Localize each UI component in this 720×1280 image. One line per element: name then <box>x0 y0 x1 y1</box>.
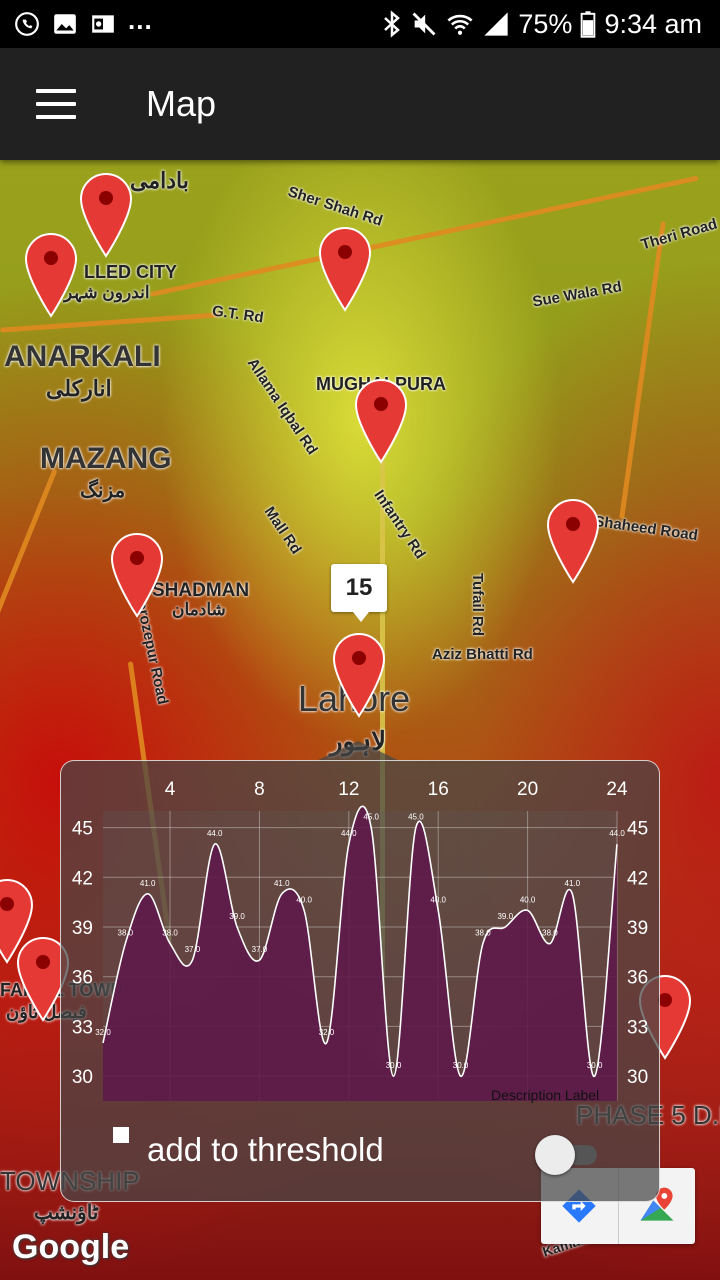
page-title: Map <box>146 83 217 124</box>
x-tick-label: 4 <box>165 779 176 800</box>
x-tick-label: 16 <box>428 779 449 800</box>
wifi-icon <box>447 14 473 35</box>
map-label: LLED CITY <box>84 262 177 282</box>
data-label: 32.0 <box>95 1028 111 1037</box>
map-label: SHADMAN <box>152 580 250 601</box>
map-label: بادامی <box>130 168 189 193</box>
x-tick-label: 20 <box>517 779 538 800</box>
whatsapp-icon <box>15 12 39 36</box>
data-label: 40.0 <box>430 895 446 904</box>
signal-icon <box>484 12 509 36</box>
data-label: 44.0 <box>207 829 223 838</box>
y-tick-label-right: 42 <box>627 868 648 889</box>
map-label: انارکلی <box>46 376 112 401</box>
data-label: 38.0 <box>475 929 491 938</box>
threshold-checkbox[interactable] <box>113 1127 129 1143</box>
y-tick-label-left: 45 <box>72 819 93 840</box>
data-label: 38.0 <box>542 929 558 938</box>
y-tick-label-right: 33 <box>627 1017 648 1038</box>
road-label: Shaheed Road <box>593 512 699 545</box>
data-label: 41.0 <box>140 879 156 888</box>
y-tick-label-left: 39 <box>72 918 93 939</box>
chart-description: Description Label <box>491 1087 600 1103</box>
y-tick-label-left: 42 <box>72 868 93 889</box>
clock: 9:34 am <box>604 8 702 39</box>
battery-icon <box>581 11 596 38</box>
map-label: مزنگ <box>80 480 126 502</box>
road-label: Sher Shah Rd <box>285 183 385 230</box>
data-label: 39.0 <box>497 912 513 921</box>
data-label: 32.0 <box>319 1028 335 1037</box>
data-label: 41.0 <box>565 879 581 888</box>
y-tick-label-left: 36 <box>72 968 93 989</box>
battery-percent: 75% <box>518 8 573 39</box>
map-marker[interactable] <box>24 232 78 318</box>
y-tick-label-right: 36 <box>627 968 648 989</box>
bluetooth-icon <box>384 10 401 38</box>
data-label: 30.0 <box>386 1061 402 1070</box>
x-tick-label: 24 <box>606 779 628 800</box>
road-label: G.T. Rd <box>211 302 265 327</box>
data-label: 41.0 <box>274 879 290 888</box>
map-marker[interactable] <box>79 172 133 258</box>
road-label: Aziz Bhatti Rd <box>432 646 533 663</box>
more-notifications: ... <box>128 4 153 35</box>
y-tick-label-right: 30 <box>627 1067 648 1088</box>
map-label: MAZANG <box>40 442 172 475</box>
data-label: 39.0 <box>229 912 245 921</box>
threshold-toggle[interactable] <box>535 1133 601 1175</box>
area-chart: 30 30 33 33 36 36 39 39 42 42 45 45 4 8 12 16 20 24 32.0 38… <box>72 779 648 1101</box>
x-tick-label: 8 <box>254 779 265 800</box>
map-marker[interactable] <box>110 532 164 618</box>
data-label: 38.0 <box>162 929 178 938</box>
marker-callout: 15 <box>331 564 387 622</box>
data-label: 38.0 <box>118 929 134 938</box>
status-bar: ... 75% 9:34 am <box>0 0 720 48</box>
data-label: 44.0 <box>341 829 357 838</box>
road <box>0 468 58 712</box>
app-bar: Map <box>0 48 720 160</box>
threshold-label: add to threshold <box>147 1131 384 1168</box>
y-tick-label-right: 45 <box>627 819 648 840</box>
y-tick-label-right: 39 <box>627 918 648 939</box>
road-label: Allama Iqbal Rd <box>243 355 321 458</box>
x-tick-label: 12 <box>338 779 359 800</box>
road-label: Mall Rd <box>260 503 305 558</box>
data-label: 45.0 <box>408 813 424 822</box>
map-marker-selected[interactable] <box>332 632 386 718</box>
road-label: Tufail Rd <box>469 572 487 637</box>
mute-icon <box>412 12 436 36</box>
outlook-icon <box>92 15 114 33</box>
map-marker[interactable] <box>546 498 600 584</box>
data-label: 30.0 <box>453 1061 469 1070</box>
data-label: 37.0 <box>252 945 268 954</box>
menu-icon[interactable] <box>36 89 76 119</box>
gallery-icon <box>54 14 76 34</box>
road <box>619 221 666 519</box>
y-tick-label-left: 33 <box>72 1017 93 1038</box>
map-label: ANARKALI <box>4 340 161 373</box>
map-marker[interactable] <box>354 378 408 464</box>
data-label: 30.0 <box>587 1061 603 1070</box>
map-marker[interactable] <box>318 226 372 312</box>
road-label: Theri Road <box>639 215 720 254</box>
data-label: 37.0 <box>185 945 201 954</box>
data-label: 44.0 <box>609 829 625 838</box>
info-window: 30 30 33 33 36 36 39 39 42 42 45 45 4 8 12 16 20 24 32.0 38… <box>60 760 660 1202</box>
panel-pointer <box>316 741 400 761</box>
data-label: 40.0 <box>520 895 536 904</box>
data-label: 45.0 <box>363 813 379 822</box>
road-label: Sue Wala Rd <box>531 278 624 311</box>
data-label: 40.0 <box>296 895 312 904</box>
map-label: شادمان <box>172 600 226 619</box>
map-label: ٹاؤنشپ <box>34 1202 99 1224</box>
y-tick-label-left: 30 <box>72 1067 93 1088</box>
google-logo: Google <box>12 1228 130 1266</box>
